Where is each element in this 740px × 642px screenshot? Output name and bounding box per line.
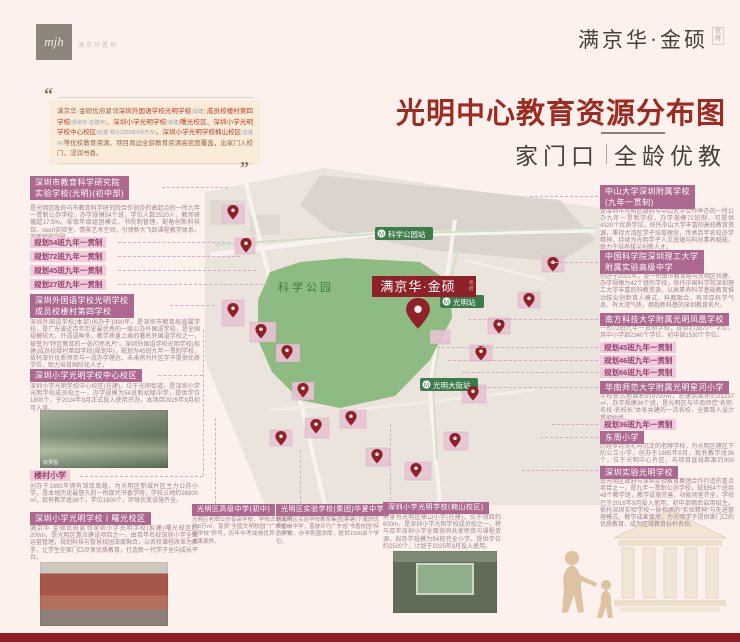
school-desc: 满京华·金硕优府紧邻深圳小学光明学校(拟建)曙光校区约200m，是光明区重点建设… — [30, 526, 198, 562]
plan-badge: 规划45班九年一贯制 — [30, 265, 106, 276]
school-label-huanan: 华南师范大学附属光明星河小学 — [600, 381, 729, 394]
connector-line — [118, 256, 240, 257]
plan-badge: 规划27班九年一贯制 — [30, 279, 106, 290]
label-line: 深圳外国语学校光明学校 — [35, 295, 129, 306]
connector-line — [80, 476, 203, 477]
school-desc: 创办于1995年拥有深厚底蕴，为光明区新城片区主力公办小学，是本地历史最悠久的一… — [30, 484, 198, 506]
connector-line — [203, 330, 204, 476]
connector-line — [215, 418, 216, 504]
station-label: 光明站 — [453, 297, 476, 307]
station-label: 科学公园站 — [388, 229, 426, 239]
metro-logo-icon: M — [444, 300, 449, 306]
school-photo-building — [40, 562, 168, 626]
school-label-shuguang: 深圳小学光明学校丨曙光校区 — [30, 512, 151, 525]
subtitle-left: 家门口 — [515, 137, 599, 171]
connector-line — [300, 450, 301, 504]
school-label-loucun: 楼村小学 — [30, 470, 70, 481]
quote-divider — [58, 163, 254, 164]
intro-quote: 满京华·金硕优府紧邻深圳外国语学校光明学校(拟建) 成员校楼村第四学校(规划中·… — [50, 101, 260, 165]
school-label-shiyan: 深圳实验光明学校 — [600, 466, 678, 479]
title-rule — [601, 132, 665, 134]
connector-line — [462, 372, 598, 373]
school-label-gaojizhongxue: 光明区高级中学(初中) — [192, 504, 275, 516]
school-label-dongzhou: 东周小学 — [600, 431, 644, 444]
connector-line — [118, 242, 230, 243]
station-kexuegongyuan: M 科学公园站 — [375, 227, 433, 240]
quote-divider — [58, 97, 254, 98]
photo-tag: 效果图 — [43, 459, 58, 466]
school-label-zhongxinxiaoqu: 深圳小学光明学校中心校区 — [30, 369, 142, 382]
metro-logo-icon: M — [424, 383, 429, 389]
family-silhouette-icon — [548, 548, 628, 636]
school-photo-aerial — [393, 551, 497, 613]
science-park-label: 科学公园 — [278, 280, 334, 294]
connector-line — [522, 470, 598, 471]
label-line: 中山大学深圳附属学校 — [605, 186, 690, 197]
brand-text: 满京华·金硕 — [578, 24, 708, 54]
label-line: 实验学校(光明)(初中部) — [35, 188, 124, 199]
brand-name: 满京华·金硕 优府 — [578, 24, 724, 54]
metro-logo-icon: M — [379, 232, 384, 238]
connector-line — [552, 424, 598, 425]
connector-line — [118, 284, 268, 285]
school-label-jiaokeyuan: 深圳市教育科学研究院 实验学校(光明)(初中部) — [30, 176, 129, 200]
school-label-huaxiazhongxue: 光明区实验学校(集团)华夏中学 — [276, 504, 389, 516]
plan-badge: 规划45班九年一贯制 — [600, 342, 676, 353]
school-label-zhongda: 中山大学深圳附属学校 (九年一贯制) — [600, 185, 695, 209]
label-line: 中国科学院深圳理工大学 — [605, 251, 699, 262]
school-label-nankeda: 南方科技大学附属光明凤凰学校 — [600, 313, 729, 326]
school-photo-render: 效果图 — [40, 410, 168, 468]
label-line: 附属实验高级中学 — [605, 262, 699, 273]
connector-line — [158, 375, 203, 376]
connector-line — [545, 262, 598, 263]
connector-line — [478, 387, 598, 388]
project-suffix: 府 — [469, 285, 474, 292]
school-label-nanshan: 深圳小学光明学校(楠山校区) — [383, 502, 489, 514]
school-desc: 一所72班九年一贯制学校，提供约3870个学位，其中小学部2340个学位，初中部… — [600, 326, 734, 340]
school-desc: 创办于2021年，是一所由市教育局与光明区共建、办学规模为42个班的学校，依托中… — [600, 274, 734, 310]
close-quote-icon: ” — [240, 158, 249, 179]
plan-badge: 规划72班九年一贯制 — [30, 251, 106, 262]
brand-suffix: 优府 — [712, 27, 724, 45]
school-desc: 是光明区政府与深圳实验教育集团合作打造的重点项目之一，是九年一贯制公办学校，规划… — [600, 479, 734, 529]
plan-badge: 规划36班九年一贯制 — [600, 419, 676, 430]
school-label-zhongkeyuan: 中国科学院深圳理工大学 附属实验高级中学 — [600, 250, 704, 274]
label-line: 深圳市教育科学研究院 — [35, 177, 124, 188]
bottom-accent-bar — [0, 633, 740, 642]
company-logo: mjh — [36, 24, 72, 60]
station-label: 光明大街站 — [433, 380, 471, 390]
plan-badge: 规划66班九年一贯制 — [600, 367, 676, 378]
connector-line — [540, 437, 598, 438]
project-suffix: 优 — [469, 279, 474, 286]
photo-detail — [418, 565, 472, 594]
connector-line — [118, 270, 256, 271]
connector-line — [432, 347, 598, 348]
connector-line — [390, 424, 391, 500]
connector-line — [530, 196, 598, 197]
label-line: (九年一贯制) — [605, 197, 690, 208]
page-title: 光明中心教育资源分布图 — [396, 90, 726, 132]
subtitle-divider — [606, 144, 607, 164]
company-logo-caption: 满京华置地 — [78, 40, 118, 49]
connector-line — [448, 360, 598, 361]
plan-badge: 规划54班九年一贯制 — [30, 237, 106, 248]
page-subtitle: 家门口 全龄优教 — [515, 137, 726, 171]
plan-badge: 规划46班九年一贯制 — [600, 355, 676, 366]
connector-line — [162, 187, 228, 188]
subtitle-right: 全龄优教 — [614, 137, 726, 171]
district-map: 科学公园 M 科学公园站 M 光明站 M — [205, 160, 605, 510]
school-desc: 深圳外国语学校(本部)创办于1990年，是深圳市教育局直属学校，是广东省近百年历… — [30, 320, 200, 370]
school-desc: 前身为光明区楠山小学(在建)，位于项目约600m，是深圳小学光明学校成员校之一，… — [383, 515, 501, 551]
label-line: 成员校楼村第四学校 — [35, 306, 129, 317]
school-desc: 深圳小学光明学校中心校区(在建)，位于光明街道，是深圳小学光明学校成员校之一，办… — [30, 384, 200, 413]
school-label-shenwai: 深圳外国语学校光明学校 成员校楼村第四学校 — [30, 294, 134, 318]
connector-line — [170, 305, 215, 306]
connector-line — [468, 319, 598, 320]
school-desc: 是深圳市光明区政府与中山大学合作举办的一所公办九年一贯制学校，办学规模72班制，… — [600, 209, 734, 252]
project-label: 满京华·金硕 — [380, 279, 455, 294]
school-desc: 是光明区实验学校教育集团(筹建)下属的优质初级中学，曾被评为广东省“书香校园”特… — [276, 517, 379, 546]
poster-page: 科学公园 M 科学公园站 M 光明站 M — [0, 0, 740, 642]
